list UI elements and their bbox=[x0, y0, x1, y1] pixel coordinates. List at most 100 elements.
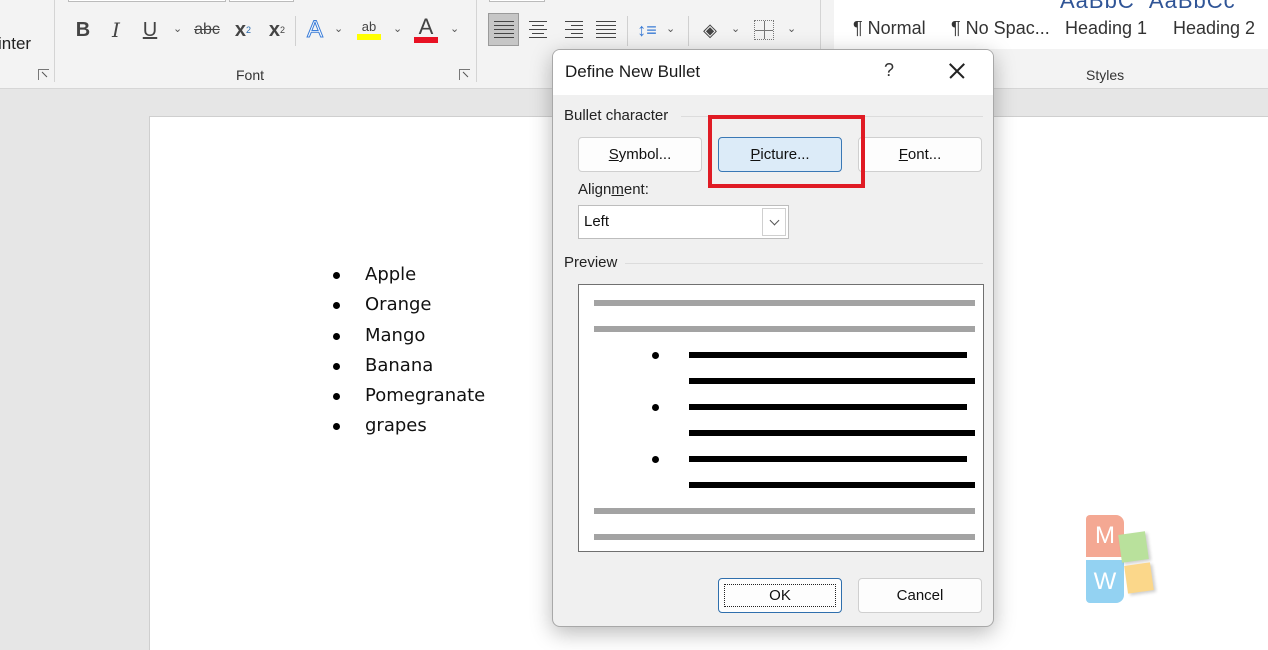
alignment-label: Alignment: bbox=[578, 181, 649, 198]
bullet-dot-icon bbox=[333, 272, 340, 279]
ok-button[interactable]: OK bbox=[718, 578, 842, 613]
divider bbox=[688, 16, 689, 46]
list-item[interactable]: Apple bbox=[333, 260, 485, 290]
preview-text-line bbox=[594, 300, 975, 306]
line-spacing-button[interactable]: ↕≡ bbox=[634, 15, 660, 45]
align-right-button[interactable] bbox=[556, 13, 587, 46]
section-divider bbox=[625, 263, 983, 264]
italic-button[interactable]: I bbox=[106, 15, 126, 45]
logo-w-tile: W bbox=[1086, 560, 1124, 603]
picture-button-highlight-annotation bbox=[708, 115, 865, 188]
shading-button[interactable]: ◈ bbox=[697, 15, 723, 45]
dialog-titlebar[interactable]: Define New Bullet ? bbox=[553, 50, 993, 95]
preview-bullet-icon bbox=[652, 404, 659, 411]
cancel-button[interactable]: Cancel bbox=[858, 578, 982, 613]
group-separator bbox=[476, 0, 477, 82]
style-heading-1[interactable]: Heading 1 bbox=[1065, 18, 1147, 39]
line-spacing-icon: ↕≡ bbox=[637, 19, 657, 40]
preview-label: Preview bbox=[564, 254, 618, 271]
symbol-button[interactable]: Symbol... bbox=[578, 137, 702, 172]
list-item[interactable]: Mango bbox=[333, 321, 485, 351]
bullet-dot-icon bbox=[333, 393, 340, 401]
alignment-select[interactable]: Left bbox=[578, 205, 789, 239]
preview-bullet-line bbox=[689, 378, 975, 384]
highlight-dropdown-chevron-icon[interactable]: ⌄ bbox=[393, 22, 402, 35]
bullet-character-label: Bullet character bbox=[564, 107, 669, 124]
align-left-button[interactable] bbox=[488, 13, 519, 46]
preview-bullet-line bbox=[689, 352, 967, 358]
align-center-button[interactable] bbox=[522, 13, 553, 46]
watermark-logo: M W bbox=[1086, 515, 1158, 607]
logo-green-tile bbox=[1118, 531, 1149, 563]
borders-icon bbox=[754, 20, 774, 40]
styles-group-label: Styles bbox=[1086, 67, 1125, 83]
line-spacing-dropdown-chevron-icon[interactable]: ⌄ bbox=[666, 22, 675, 35]
title-style-preview-partial: AaBbC AaBbCc bbox=[1060, 0, 1236, 13]
divider bbox=[295, 16, 296, 46]
borders-button[interactable] bbox=[752, 15, 776, 45]
logo-yellow-tile bbox=[1124, 562, 1154, 594]
italic-icon: I bbox=[112, 18, 120, 42]
subscript-button[interactable]: x2 bbox=[232, 15, 254, 45]
font-color-dropdown-chevron-icon[interactable]: ⌄ bbox=[450, 22, 459, 35]
shading-dropdown-chevron-icon[interactable]: ⌄ bbox=[731, 22, 740, 35]
preview-bullet-icon bbox=[652, 352, 659, 359]
group-separator bbox=[54, 0, 55, 82]
justify-button[interactable] bbox=[590, 13, 621, 46]
paragraph-top-control[interactable] bbox=[489, 0, 545, 2]
style-heading-2[interactable]: Heading 2 bbox=[1173, 18, 1255, 39]
bullet-list: Apple Orange Mango Banana Pomegranate gr… bbox=[333, 260, 485, 442]
format-painter-label[interactable]: inter bbox=[0, 34, 31, 54]
font-color-icon: A bbox=[418, 14, 434, 39]
font-name-box[interactable] bbox=[68, 0, 226, 2]
focus-rectangle bbox=[724, 584, 836, 607]
borders-dropdown-chevron-icon[interactable]: ⌄ bbox=[787, 22, 796, 35]
highlight-color-swatch bbox=[357, 34, 381, 40]
preview-bullet-line bbox=[689, 430, 975, 436]
bold-icon: B bbox=[75, 18, 91, 41]
superscript-button[interactable]: x2 bbox=[266, 15, 288, 45]
strikethrough-icon: abc bbox=[194, 21, 220, 38]
preview-text-line bbox=[594, 534, 975, 540]
font-color-swatch bbox=[414, 37, 438, 43]
underline-icon: U bbox=[142, 18, 158, 41]
preview-text-line bbox=[594, 508, 975, 514]
preview-bullet-line bbox=[689, 482, 975, 488]
bullet-dot-icon bbox=[333, 362, 340, 370]
close-icon[interactable] bbox=[945, 59, 969, 83]
highlighter-icon: ab bbox=[361, 19, 377, 34]
underline-button[interactable]: U bbox=[140, 15, 160, 45]
help-button[interactable]: ? bbox=[879, 60, 899, 81]
font-group-label: Font bbox=[236, 67, 265, 83]
clipboard-dialog-launcher-icon[interactable] bbox=[38, 69, 49, 80]
font-color-button[interactable]: A bbox=[413, 15, 439, 45]
bullet-dot-icon bbox=[333, 302, 340, 310]
bullet-dot-icon bbox=[333, 423, 340, 431]
preview-text-line bbox=[594, 326, 975, 332]
text-effects-dropdown-chevron-icon[interactable]: ⌄ bbox=[334, 22, 343, 35]
subscript-icon: x bbox=[234, 18, 247, 41]
list-item[interactable]: Pomegranate bbox=[333, 381, 485, 411]
style-no-spacing[interactable]: ¶ No Spac... bbox=[951, 18, 1050, 39]
list-item[interactable]: Orange bbox=[333, 290, 485, 320]
font-button[interactable]: Font... bbox=[858, 137, 982, 172]
list-item[interactable]: grapes bbox=[333, 411, 485, 441]
underline-dropdown-chevron-icon[interactable]: ⌄ bbox=[173, 22, 182, 35]
text-effects-icon: A bbox=[306, 16, 323, 44]
preview-bullet-line bbox=[689, 404, 967, 410]
paint-bucket-icon: ◈ bbox=[703, 19, 717, 40]
font-dialog-launcher-icon[interactable] bbox=[459, 69, 470, 80]
divider bbox=[627, 16, 628, 46]
bold-button[interactable]: B bbox=[73, 15, 93, 45]
text-effects-button[interactable]: A bbox=[304, 15, 326, 45]
font-size-box[interactable] bbox=[229, 0, 294, 2]
bullet-dot-icon bbox=[333, 332, 340, 340]
chevron-down-icon[interactable] bbox=[762, 208, 786, 236]
highlight-button[interactable]: ab bbox=[356, 15, 382, 45]
style-normal[interactable]: ¶ Normal bbox=[853, 18, 926, 39]
preview-bullet-icon bbox=[652, 456, 659, 463]
bullet-preview bbox=[578, 284, 984, 552]
list-item[interactable]: Banana bbox=[333, 351, 485, 381]
superscript-icon: x bbox=[268, 18, 281, 41]
strikethrough-button[interactable]: abc bbox=[194, 15, 220, 45]
